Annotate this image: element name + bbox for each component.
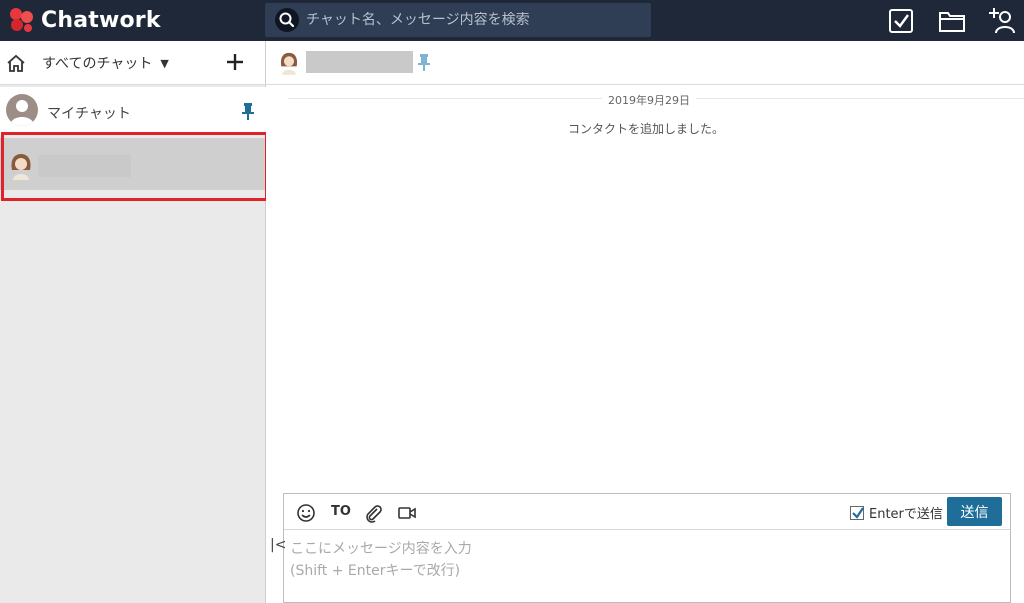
- room-item-my-chat[interactable]: マイチャット: [0, 87, 266, 135]
- add-contact-icon[interactable]: [988, 6, 1018, 36]
- user-avatar-icon: [280, 52, 298, 75]
- video-call-icon[interactable]: [397, 503, 417, 523]
- task-check-icon[interactable]: [886, 6, 916, 36]
- room-header: [266, 41, 1024, 85]
- sidebar-header: すべてのチャット ▼: [0, 41, 265, 85]
- enter-to-send-toggle[interactable]: Enterで送信: [850, 503, 943, 522]
- date-label: 2019年9月29日: [602, 92, 696, 108]
- add-chat-icon[interactable]: [224, 51, 246, 73]
- system-message: コンタクトを追加しました。: [568, 122, 725, 136]
- avatar: [6, 94, 38, 126]
- check-icon: [852, 506, 864, 519]
- search-input[interactable]: [306, 12, 636, 28]
- chat-filter-dropdown[interactable]: すべてのチャット ▼: [42, 53, 169, 73]
- sidebar: すべてのチャット ▼ マイチャット: [0, 41, 266, 603]
- redacted-room-title: [306, 51, 413, 73]
- chat-main: 2019年9月29日 コンタクトを追加しました。 TO Enterで送信 送信 …: [266, 41, 1024, 603]
- pin-icon[interactable]: [240, 102, 256, 120]
- enter-to-send-checkbox[interactable]: [850, 505, 864, 520]
- message-composer: TO Enterで送信 送信: [283, 493, 1011, 603]
- room-name: マイチャット: [47, 106, 131, 122]
- search-box[interactable]: [265, 3, 651, 37]
- top-bar: Chatwork: [0, 0, 1024, 41]
- search-icon: [275, 8, 299, 32]
- composer-toolbar: TO Enterで送信 送信: [284, 494, 1010, 530]
- paperclip-icon[interactable]: [363, 503, 383, 523]
- caret-down-icon: ▼: [160, 56, 169, 70]
- home-icon[interactable]: [6, 54, 26, 72]
- folder-icon[interactable]: [937, 6, 967, 36]
- app-name: Chatwork: [41, 7, 161, 33]
- chat-filter-label: すべてのチャット: [42, 56, 153, 72]
- pin-icon[interactable]: [416, 53, 432, 71]
- send-button[interactable]: 送信: [947, 497, 1002, 526]
- enter-to-send-label: Enterで送信: [869, 507, 943, 522]
- to-button[interactable]: TO: [331, 504, 351, 524]
- highlight-box: [1, 132, 268, 201]
- emoji-icon[interactable]: [296, 503, 316, 523]
- message-input[interactable]: [284, 530, 1010, 602]
- chatwork-logo-mark: [10, 8, 33, 32]
- collapse-sidebar-button[interactable]: |<: [270, 537, 286, 553]
- chatwork-logo[interactable]: Chatwork: [6, 5, 166, 35]
